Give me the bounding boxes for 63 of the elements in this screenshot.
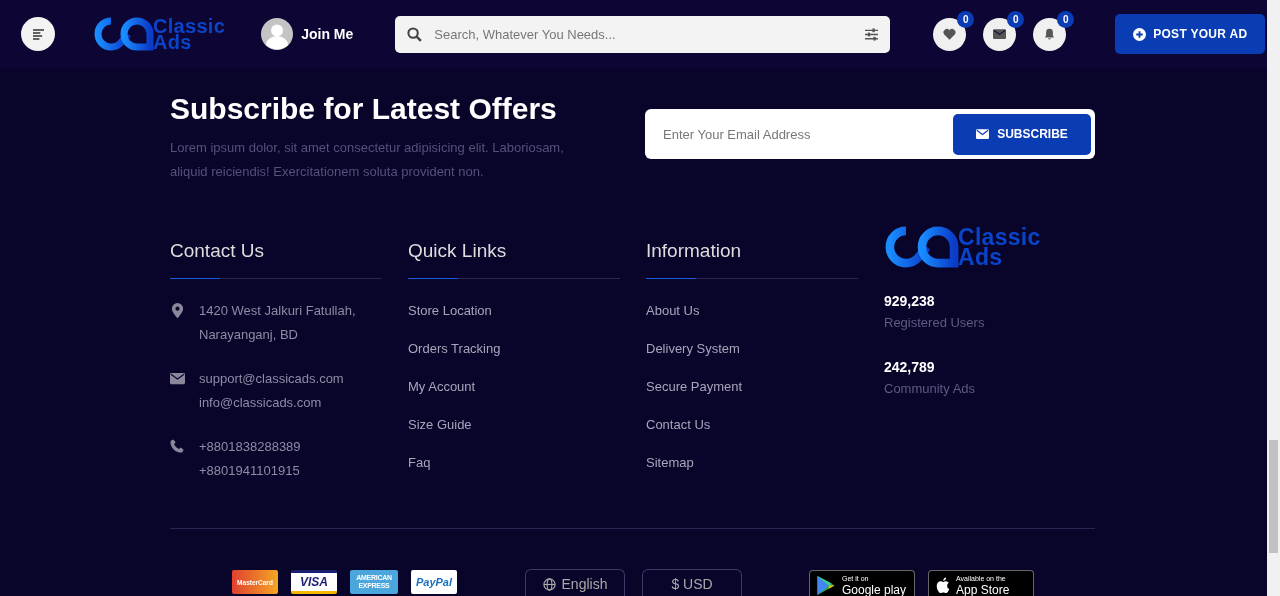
stat-value: 929,238 bbox=[884, 292, 936, 311]
footer-link[interactable]: Secure Payment bbox=[646, 376, 858, 398]
action-button[interactable] bbox=[933, 17, 967, 51]
subscribe-form[interactable]: Enter Your Email Address SUBSCRIBE bbox=[645, 109, 1095, 159]
footer-link[interactable]: Contact Us bbox=[646, 414, 858, 436]
contact-text: Narayanganj, BD bbox=[199, 326, 299, 344]
footer-link[interactable]: Sitemap bbox=[646, 452, 858, 474]
column-title: Contact Us bbox=[170, 239, 265, 263]
envelope-icon bbox=[170, 371, 185, 386]
join-link[interactable]: Join Me bbox=[301, 26, 354, 42]
search-icon bbox=[407, 26, 423, 42]
contact-text: +8801941101915 bbox=[199, 462, 301, 480]
location-pin-icon bbox=[170, 303, 185, 318]
globe-icon bbox=[542, 577, 556, 591]
logo-text: Ads bbox=[958, 247, 1003, 267]
logo-icon bbox=[884, 226, 960, 268]
post-ad-button[interactable]: POST YOUR AD bbox=[1115, 14, 1266, 54]
filter-icon[interactable] bbox=[864, 27, 880, 41]
stat-label: Registered Users bbox=[884, 314, 986, 332]
contact-text: 1420 West Jalkuri Fatullah, bbox=[199, 302, 356, 320]
subscribe-title: Subscribe for Latest Offers bbox=[170, 91, 558, 127]
contact-text: support@classicads.com bbox=[199, 370, 344, 388]
action-button[interactable] bbox=[983, 17, 1017, 51]
menu-button[interactable] bbox=[21, 17, 55, 51]
apple-icon bbox=[935, 576, 950, 594]
contact-text: info@classicads.com bbox=[199, 394, 323, 412]
envelope-icon bbox=[976, 129, 990, 139]
payment-card-logo: PayPal bbox=[411, 570, 457, 594]
language-select[interactable]: English bbox=[525, 569, 625, 596]
stat-label: Community Ads bbox=[884, 380, 977, 398]
subscribe-button[interactable]: SUBSCRIBE bbox=[953, 113, 1091, 155]
footer-link[interactable]: My Account bbox=[408, 376, 620, 398]
heart-icon bbox=[943, 28, 957, 40]
search-bar[interactable]: Search, Whatever You Needs... bbox=[395, 15, 891, 53]
count-badge: 0 bbox=[1057, 10, 1075, 28]
scrollbar[interactable] bbox=[1267, 0, 1280, 596]
footer-link[interactable]: Delivery System bbox=[646, 338, 858, 360]
column-title: Quick Links bbox=[408, 239, 508, 263]
logo-text: Ads bbox=[153, 34, 192, 50]
menu-icon bbox=[31, 28, 45, 40]
logo-icon bbox=[93, 17, 155, 51]
footer-link[interactable]: Size Guide bbox=[408, 414, 620, 436]
phone-icon bbox=[170, 439, 185, 454]
footer-link[interactable]: About Us bbox=[646, 300, 858, 322]
logo-text: Classic bbox=[958, 227, 1041, 247]
footer-link[interactable]: Store Location bbox=[408, 300, 620, 322]
count-badge: 0 bbox=[1007, 10, 1025, 28]
logo-text: Classic bbox=[153, 18, 226, 34]
play-icon bbox=[816, 574, 836, 596]
subscribe-text: Lorem ipsum dolor, sit amet consectetur adipisicing elit. Laboriosam, aliquid reiciendis! Exercitationem soluta provident non. bbox=[170, 139, 565, 181]
footer-link[interactable]: Faq bbox=[408, 452, 620, 474]
column-title: Information bbox=[646, 239, 743, 263]
payment-card-logo: VISA bbox=[291, 570, 337, 594]
footer-link[interactable]: Orders Tracking bbox=[408, 338, 620, 360]
avatar-icon[interactable] bbox=[261, 18, 294, 50]
plus-circle-icon bbox=[1133, 27, 1147, 41]
envelope-icon bbox=[993, 28, 1007, 40]
search-field[interactable]: Search, Whatever You Needs... bbox=[432, 25, 855, 43]
currency-select[interactable]: $ USD bbox=[642, 569, 742, 596]
contact-text: +8801838288389 bbox=[199, 438, 301, 456]
action-button[interactable] bbox=[1033, 17, 1067, 51]
stat-value: 242,789 bbox=[884, 358, 936, 377]
count-badge: 0 bbox=[957, 10, 975, 28]
